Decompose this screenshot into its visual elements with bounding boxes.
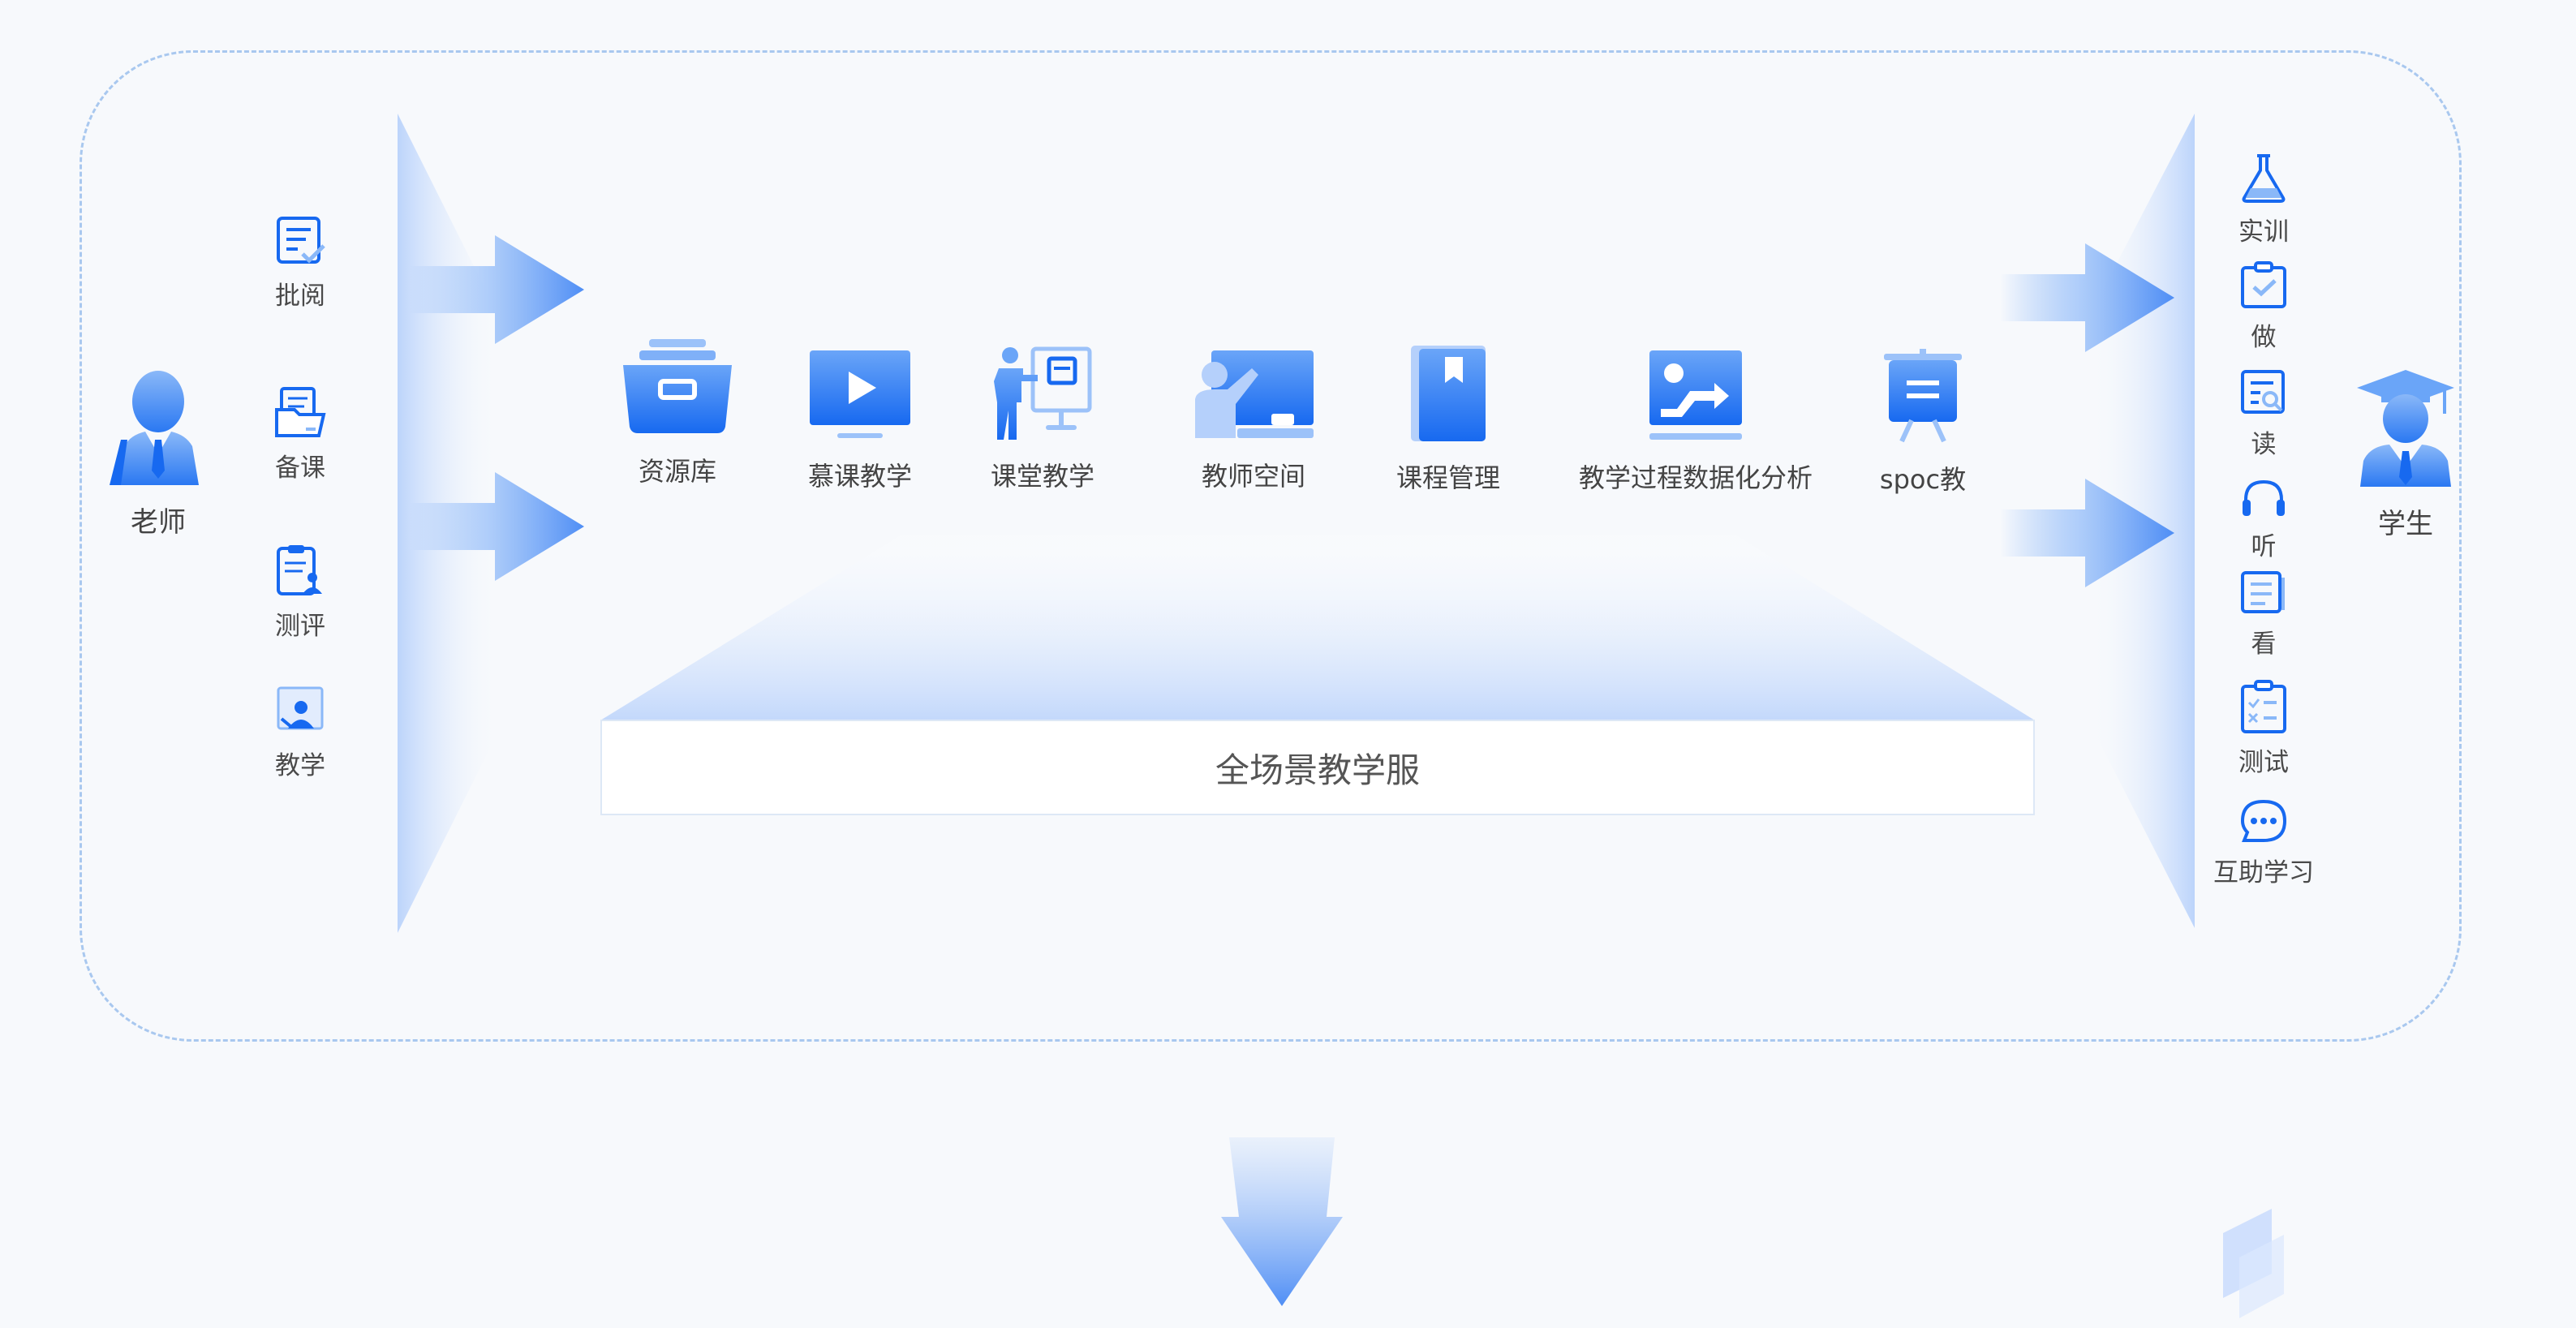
- play-video-icon: [810, 350, 910, 438]
- student-activity-label: 测试: [2238, 748, 2289, 777]
- arrow-right-top-left: [410, 235, 584, 344]
- student-activity-peer-learning[interactable]: 互助学习: [2191, 798, 2337, 888]
- service-label: 慕课教学: [807, 461, 912, 492]
- teacher-action-assessment[interactable]: 测评: [227, 544, 373, 642]
- service-label: spoc教: [1879, 464, 1967, 495]
- bookmark-book-icon: [1411, 346, 1486, 441]
- student-activity-label: 看: [2251, 630, 2277, 659]
- student-activity-do[interactable]: 做: [2191, 261, 2337, 353]
- teacher-label: 老师: [131, 506, 186, 539]
- service-label: 资源库: [638, 456, 716, 487]
- teaching-icon: [277, 686, 324, 730]
- flask-icon: [2242, 154, 2286, 203]
- teacher-action-label: 备课: [275, 453, 325, 483]
- service-label: 教学过程数据化分析: [1578, 462, 1813, 493]
- teacher-actor: 老师: [97, 365, 219, 539]
- teacher-action-teaching[interactable]: 教学: [227, 683, 373, 781]
- student-activity-label: 实训: [2238, 217, 2289, 247]
- arrow-down: [1221, 1137, 1343, 1306]
- service-spoc-teaching[interactable]: spoc教: [1858, 349, 1988, 496]
- service-data-analysis[interactable]: 教学过程数据化分析: [1574, 350, 1817, 495]
- teacher-action-label: 测评: [275, 612, 325, 641]
- resource-box-icon: [623, 339, 732, 433]
- student-activity-label: 听: [2251, 532, 2277, 561]
- student-activity-label: 做: [2251, 323, 2277, 352]
- clipboard-check-icon: [2241, 261, 2286, 308]
- student-activity-label: 读: [2251, 430, 2277, 459]
- student-activity-listen[interactable]: 听: [2191, 477, 2337, 562]
- platform-label: 全场景教学服: [1215, 750, 1420, 790]
- teacher-action-label: 教学: [275, 751, 325, 780]
- review-icon: [277, 217, 325, 264]
- arrow-right-top-right: [2000, 243, 2174, 352]
- service-course-management[interactable]: 课程管理: [1379, 346, 1517, 495]
- data-analysis-icon: [1649, 350, 1742, 440]
- student-label: 学生: [2378, 508, 2433, 540]
- student-activity-read[interactable]: 读: [2191, 368, 2337, 460]
- teacher-action-lesson-prep[interactable]: 备课: [227, 385, 373, 483]
- document-search-icon: [2241, 370, 2285, 414]
- presenter-icon: [994, 346, 1092, 440]
- student-icon: [2357, 370, 2454, 487]
- checklist-icon: [2241, 680, 2286, 733]
- platform-beam: [600, 535, 2035, 720]
- teacher-action-label: 批阅: [275, 282, 325, 311]
- chat-bubble-icon: [2240, 799, 2287, 842]
- layers-decoration-icon: [2223, 1209, 2284, 1318]
- service-resource-library[interactable]: 资源库: [617, 339, 738, 488]
- teacher-desk-icon: [1195, 350, 1314, 438]
- student-activity-test[interactable]: 测试: [2191, 680, 2337, 778]
- service-teacher-space[interactable]: 教师空间: [1185, 350, 1322, 493]
- student-activity-label: 互助学习: [2213, 858, 2314, 887]
- teacher-icon: [110, 371, 199, 485]
- student-activity-practice[interactable]: 实训: [2191, 153, 2337, 247]
- service-label: 教师空间: [1201, 461, 1305, 492]
- easel-icon: [1884, 349, 1962, 443]
- student-activity-watch[interactable]: 看: [2191, 569, 2337, 660]
- teacher-action-review[interactable]: 批阅: [227, 213, 373, 312]
- service-mooc-teaching[interactable]: 慕课教学: [791, 350, 929, 493]
- service-classroom-teaching[interactable]: 课堂教学: [974, 346, 1112, 493]
- document-icon: [2241, 571, 2285, 613]
- arrow-right-bottom-left: [410, 472, 584, 581]
- service-label: 课堂教学: [990, 461, 1094, 492]
- lesson-prep-icon: [275, 387, 326, 437]
- student-actor: 学生: [2345, 367, 2466, 541]
- platform-bar: 全场景教学服: [600, 720, 2035, 815]
- headphones-icon: [2243, 479, 2285, 516]
- assessment-icon: [277, 545, 322, 595]
- service-label: 课程管理: [1396, 462, 1500, 493]
